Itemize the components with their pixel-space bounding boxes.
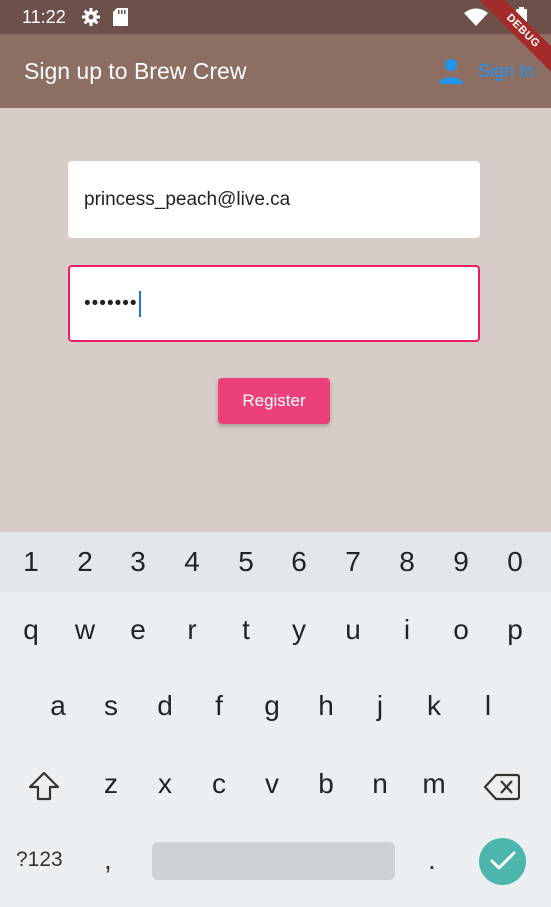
key-t[interactable]: t [219, 614, 273, 646]
key-d[interactable]: d [138, 690, 192, 722]
backspace-icon[interactable] [484, 773, 520, 801]
key-z[interactable]: z [84, 768, 138, 800]
register-button[interactable]: Register [218, 378, 330, 424]
symbols-key[interactable]: ?123 [16, 848, 63, 872]
key-l[interactable]: l [461, 690, 515, 722]
key-digit-4[interactable]: 4 [165, 546, 219, 578]
text-cursor [138, 290, 141, 317]
wifi-icon [464, 8, 488, 26]
key-s[interactable]: s [84, 690, 138, 722]
key-digit-3[interactable]: 3 [111, 546, 165, 578]
key-k[interactable]: k [407, 690, 461, 722]
period-key[interactable]: . [428, 844, 436, 876]
key-e[interactable]: e [111, 614, 165, 646]
key-m[interactable]: m [407, 768, 461, 800]
key-digit-7[interactable]: 7 [326, 546, 380, 578]
key-x[interactable]: x [138, 768, 192, 800]
page-title: Sign up to Brew Crew [24, 58, 247, 84]
key-j[interactable]: j [353, 690, 407, 722]
key-c[interactable]: c [192, 768, 246, 800]
space-key[interactable] [152, 842, 395, 880]
key-digit-5[interactable]: 5 [219, 546, 273, 578]
key-b[interactable]: b [299, 768, 353, 800]
comma-key[interactable]: , [104, 844, 112, 876]
email-field[interactable]: princess_peach@live.ca [68, 161, 480, 238]
key-digit-9[interactable]: 9 [434, 546, 488, 578]
key-h[interactable]: h [299, 690, 353, 722]
key-a[interactable]: a [31, 690, 85, 722]
key-v[interactable]: v [245, 768, 299, 800]
key-i[interactable]: i [380, 614, 434, 646]
email-value: princess_peach@live.ca [84, 188, 291, 210]
key-g[interactable]: g [245, 690, 299, 722]
shift-icon[interactable] [28, 771, 60, 801]
person-icon [439, 59, 463, 84]
key-digit-0[interactable]: 0 [488, 546, 542, 578]
sign-in-label: Sign In [478, 60, 535, 81]
done-key[interactable] [479, 838, 526, 885]
phone-screen: 11:22 DEBUG Sign up to Brew Crew Sign In… [0, 0, 551, 907]
settings-gear-icon [82, 8, 100, 26]
key-f[interactable]: f [192, 690, 246, 722]
soft-keyboard: ?123 , . 1234567890 qwertyuiop asdfghjkl zx… [0, 532, 551, 907]
key-digit-8[interactable]: 8 [380, 546, 434, 578]
key-digit-2[interactable]: 2 [58, 546, 112, 578]
sign-in-button[interactable]: Sign In [438, 56, 534, 86]
sd-card-icon [113, 8, 128, 26]
key-digit-1[interactable]: 1 [4, 546, 58, 578]
app-bar: Sign up to Brew Crew Sign In [0, 34, 551, 108]
password-field[interactable]: ••••••• [68, 265, 480, 342]
checkmark-icon [490, 851, 516, 870]
key-digit-6[interactable]: 6 [272, 546, 326, 578]
key-p[interactable]: p [488, 614, 542, 646]
password-value: ••••••• [84, 292, 138, 314]
key-n[interactable]: n [353, 768, 407, 800]
status-time: 11:22 [22, 7, 66, 27]
key-u[interactable]: u [326, 614, 380, 646]
key-r[interactable]: r [165, 614, 219, 646]
key-q[interactable]: q [4, 614, 58, 646]
key-w[interactable]: w [58, 614, 112, 646]
key-y[interactable]: y [272, 614, 326, 646]
key-o[interactable]: o [434, 614, 488, 646]
status-bar: 11:22 [0, 0, 551, 34]
